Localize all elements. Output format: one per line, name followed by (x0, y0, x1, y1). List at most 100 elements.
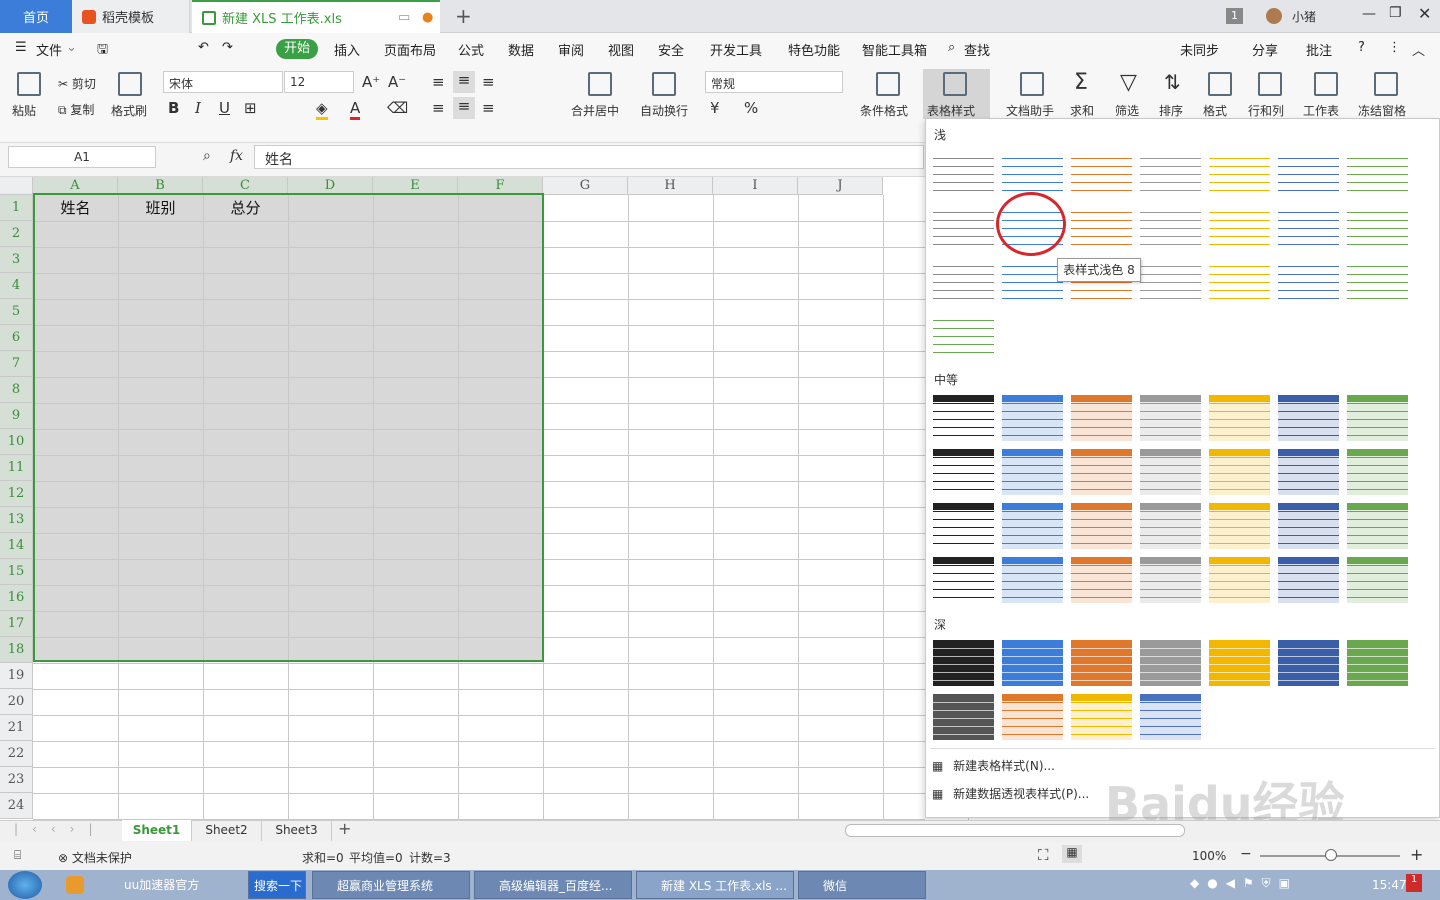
dark-style-8[interactable] (933, 694, 994, 740)
zoom-out-button[interactable]: − (1240, 846, 1252, 862)
medium-style-18[interactable] (1140, 503, 1201, 549)
menu-smart[interactable]: 智能工具箱 (862, 40, 927, 59)
clock[interactable]: 15:47 (1372, 878, 1407, 892)
format-painter-button[interactable]: 格式刷 (111, 102, 147, 119)
dark-style-9[interactable] (1002, 694, 1063, 740)
avatar[interactable] (1266, 8, 1282, 24)
light-style-2[interactable] (1002, 150, 1063, 196)
normal-view-icon[interactable]: ▦ (1062, 845, 1082, 863)
sort-button[interactable]: 排序 (1159, 102, 1183, 119)
row-header-5[interactable]: 5 (0, 299, 33, 325)
row-header-17[interactable]: 17 (0, 611, 33, 637)
medium-style-3[interactable] (1071, 395, 1132, 441)
select-all-corner[interactable] (0, 177, 33, 195)
medium-style-9[interactable] (1002, 449, 1063, 495)
filter-icon[interactable]: ▽ (1120, 70, 1137, 95)
format-painter-icon[interactable] (118, 72, 142, 96)
row-header-3[interactable]: 3 (0, 247, 33, 273)
row-header-1[interactable]: 1 (0, 195, 33, 221)
row-header-18[interactable]: 18 (0, 637, 33, 663)
font-color-button[interactable]: A (350, 99, 361, 120)
tab-xls-file[interactable]: 新建 XLS 工作表.xls ▭ ● (192, 0, 440, 33)
paste-button[interactable]: 粘贴 (12, 102, 36, 119)
align-bottom-icon[interactable]: ≡ (482, 73, 495, 91)
medium-style-21[interactable] (1347, 503, 1408, 549)
dark-style-2[interactable] (1002, 640, 1063, 686)
close-button[interactable]: ✕ (1418, 4, 1431, 23)
currency-icon[interactable]: ¥ (710, 99, 720, 117)
macro-icon[interactable]: ⌸ (14, 848, 21, 863)
light-style-16[interactable] (1002, 258, 1063, 304)
column-header-i[interactable]: I (713, 177, 798, 195)
merge-icon[interactable] (588, 72, 612, 96)
row-header-22[interactable]: 22 (0, 741, 33, 767)
sheet-tab-1[interactable]: Sheet1 (122, 820, 192, 841)
clear-button[interactable]: ⌫ (387, 99, 408, 117)
row-header-12[interactable]: 12 (0, 481, 33, 507)
medium-style-17[interactable] (1071, 503, 1132, 549)
medium-style-6[interactable] (1278, 395, 1339, 441)
sheet-tab-2[interactable]: Sheet2 (192, 820, 262, 841)
font-decrease-button[interactable]: A⁻ (388, 73, 406, 91)
row-header-9[interactable]: 9 (0, 403, 33, 429)
column-header-h[interactable]: H (628, 177, 713, 195)
align-center-icon[interactable]: ≡ (453, 97, 475, 119)
new-table-style-item[interactable]: ▦ 新建表格样式(N)... (932, 757, 1055, 774)
light-style-19[interactable] (1209, 258, 1270, 304)
user-name[interactable]: 小猪 (1292, 8, 1316, 25)
taskbar-app1[interactable]: 超赢商业管理系统 (312, 871, 470, 899)
dark-style-1[interactable] (933, 640, 994, 686)
sheet-tab-3[interactable]: Sheet3 (262, 820, 332, 841)
light-style-1[interactable] (933, 150, 994, 196)
formula-input[interactable]: 姓名 (254, 145, 924, 169)
paste-icon[interactable] (17, 72, 41, 96)
row-header-7[interactable]: 7 (0, 351, 33, 377)
new-tab-button[interactable]: + (455, 4, 472, 28)
row-header-11[interactable]: 11 (0, 455, 33, 481)
medium-style-12[interactable] (1209, 449, 1270, 495)
font-increase-button[interactable]: A⁺ (362, 73, 380, 91)
undo-icon[interactable]: ↶ (198, 40, 209, 55)
freeze-button[interactable]: 冻结窗格 (1358, 102, 1406, 119)
menu-unsync[interactable]: 未同步 (1180, 40, 1219, 59)
medium-style-1[interactable] (933, 395, 994, 441)
sheet-button[interactable]: 工作表 (1303, 102, 1339, 119)
cond-format-button[interactable]: 条件格式 (860, 102, 908, 119)
italic-button[interactable]: I (195, 99, 201, 117)
menu-formula[interactable]: 公式 (458, 40, 484, 59)
hamburger-icon[interactable]: ☰ (15, 40, 27, 55)
medium-style-28[interactable] (1347, 557, 1408, 603)
light-style-8[interactable] (933, 204, 994, 250)
align-right-icon[interactable]: ≡ (482, 99, 495, 117)
copy-button[interactable]: ⧉ 复制 (58, 101, 94, 118)
menu-view[interactable]: 视图 (608, 40, 634, 59)
underline-button[interactable]: U (219, 99, 230, 117)
search-icon[interactable]: ⌕ (948, 40, 955, 55)
table-style-button[interactable]: 表格样式 (923, 69, 990, 119)
menu-find[interactable]: 查找 (964, 40, 990, 59)
taskbar-search[interactable]: 搜索一下 (248, 871, 306, 899)
light-style-10[interactable] (1071, 204, 1132, 250)
light-style-3[interactable] (1071, 150, 1132, 196)
medium-style-16[interactable] (1002, 503, 1063, 549)
medium-style-7[interactable] (1347, 395, 1408, 441)
zoom-in-button[interactable]: + (1410, 845, 1423, 864)
format-icon[interactable] (1208, 72, 1232, 96)
light-style-7[interactable] (1347, 150, 1408, 196)
sheet-nav-icons[interactable]: |‹‹›| (14, 822, 106, 836)
horizontal-scrollbar[interactable] (845, 824, 1185, 837)
light-style-15[interactable] (933, 258, 994, 304)
menu-insert[interactable]: 插入 (334, 40, 360, 59)
menu-start[interactable]: 开始 (276, 39, 318, 59)
taskbar-uu[interactable]: uu加速器官方 (100, 871, 246, 899)
fx-button[interactable]: fx (230, 148, 243, 164)
light-style-20[interactable] (1278, 258, 1339, 304)
menu-security[interactable]: 安全 (658, 40, 684, 59)
more-icon[interactable]: ⋮ (1388, 40, 1401, 55)
medium-style-26[interactable] (1209, 557, 1270, 603)
row-header-10[interactable]: 10 (0, 429, 33, 455)
zoom-slider-knob[interactable] (1325, 849, 1337, 861)
taskbar-app2[interactable]: 高级编辑器_百度经... (474, 871, 632, 899)
cond-format-icon[interactable] (876, 72, 900, 96)
tab-daoke[interactable]: 稻壳模板 (72, 0, 190, 33)
